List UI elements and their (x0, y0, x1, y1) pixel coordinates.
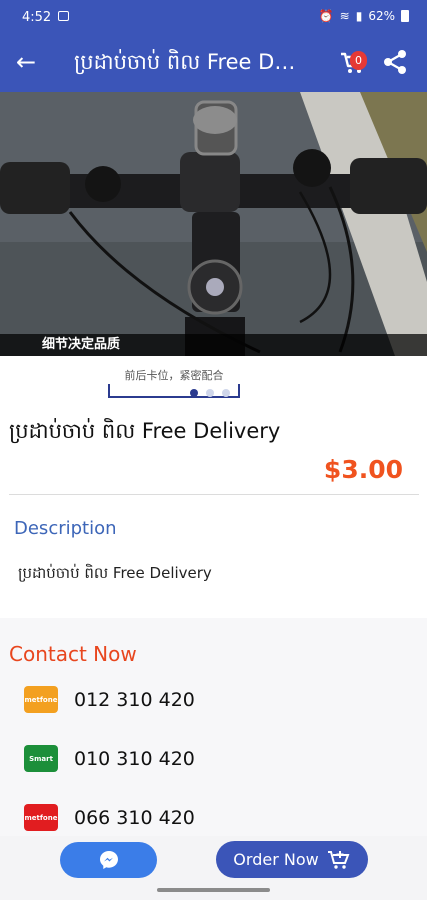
phone-number[interactable]: 010 310 420 (74, 748, 195, 770)
gallery-notification-icon (58, 11, 69, 21)
contact-row[interactable]: metfone 012 310 420 (24, 686, 195, 713)
phone-number[interactable]: 012 310 420 (74, 689, 195, 711)
carousel-dots[interactable] (190, 389, 230, 397)
thumb-caption: 前后卡位，紧密配合 (124, 369, 224, 382)
back-arrow-icon[interactable]: ← (16, 48, 36, 76)
page-title: ប្រដាប់ចាប់ ពិល Free Delivery (74, 50, 308, 74)
product-price: $3.00 (323, 455, 403, 484)
metfone-logo-icon: metfone (24, 804, 58, 831)
cellcard-logo-icon: metfone (24, 686, 58, 713)
carousel-dot[interactable] (222, 389, 230, 397)
contact-row[interactable]: Smart 010 310 420 (24, 745, 195, 772)
wifi-icon: ≋ (339, 9, 350, 23)
cart-count-badge: 0 (350, 51, 367, 70)
contact-row[interactable]: metfone 066 310 420 (24, 804, 195, 831)
status-bar: 4:52 ⏰ ≋ ▮ 62% (0, 0, 427, 34)
carousel-dot[interactable] (206, 389, 214, 397)
product-image[interactable]: 细节决定品质 (0, 92, 427, 356)
contact-heading: Contact Now (9, 642, 137, 666)
messenger-icon (99, 851, 118, 869)
product-title: ប្រដាប់ចាប់ ពិល Free Delivery (9, 419, 281, 443)
alarm-icon: ⏰ (318, 9, 334, 23)
battery-percent: 62% (368, 9, 395, 23)
status-time: 4:52 (22, 10, 52, 25)
home-indicator[interactable] (157, 888, 270, 892)
signal-icon: ▮ (355, 9, 363, 23)
carousel-dot[interactable] (190, 389, 198, 397)
order-now-button[interactable]: Order Now (216, 841, 368, 878)
bike-handlebar-image (0, 92, 427, 356)
image-caption: 细节决定品质 (0, 334, 427, 356)
share-icon[interactable] (382, 49, 408, 75)
battery-icon (401, 10, 409, 22)
status-icons: ⏰ ≋ ▮ 62% (319, 9, 409, 23)
smart-logo-icon: Smart (24, 745, 58, 772)
divider (9, 494, 419, 495)
app-bar: ← ប្រដាប់ចាប់ ពិល Free Delivery 0 (0, 34, 427, 92)
messenger-button[interactable] (60, 842, 157, 878)
description-text: ប្រដាប់ចាប់ ពិល Free Delivery (18, 564, 212, 582)
order-now-label: Order Now (233, 850, 319, 869)
add-cart-icon (327, 850, 350, 869)
description-heading: Description (14, 518, 117, 539)
phone-number[interactable]: 066 310 420 (74, 807, 195, 829)
